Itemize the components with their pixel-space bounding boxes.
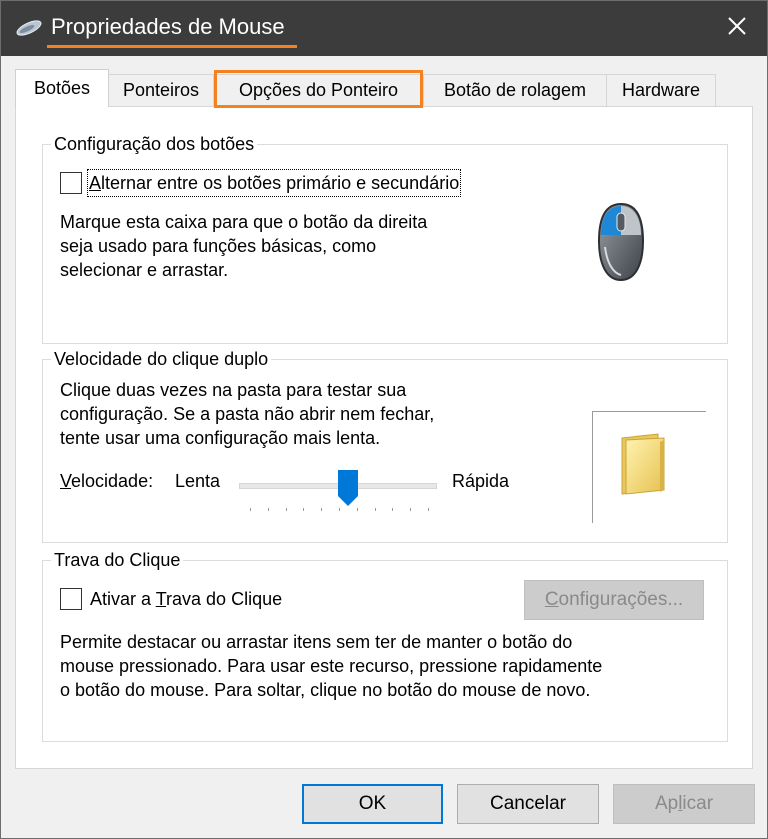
cancel-button[interactable]: Cancelar: [457, 784, 599, 824]
tab-label: Botão de rolagem: [443, 80, 587, 100]
group-title: Trava do Clique: [51, 549, 184, 571]
swap-buttons-checkbox[interactable]: [60, 172, 82, 194]
tab-label: Opções do Ponteiro: [238, 80, 399, 100]
test-folder-area[interactable]: [592, 411, 706, 523]
speed-label: Velocidade:: [60, 471, 154, 491]
slider-tick: [321, 508, 323, 511]
tab-pointer-options[interactable]: Opções do Ponteiro: [214, 74, 423, 106]
title-highlight-underline: [47, 45, 297, 48]
slider-tick: [374, 508, 376, 511]
tab-scroll-wheel[interactable]: Botão de rolagem: [423, 74, 607, 106]
tab-pointers[interactable]: Ponteiros: [108, 74, 214, 106]
button-config-desc-line: Marque esta caixa para que o botão da di…: [60, 212, 428, 232]
slider-tick: [250, 508, 251, 511]
slider-tick: [410, 508, 412, 511]
mouse-properties-window: Propriedades de Mouse Botões Ponteiros O…: [0, 0, 768, 839]
button-config-desc-line: selecionar e arrastar.: [60, 260, 229, 280]
click-lock-label[interactable]: Ativar a Trava do Clique: [90, 587, 282, 611]
double-click-desc-line: configuração. Se a pasta não abrir nem f…: [60, 404, 435, 424]
tab-buttons[interactable]: Botões: [15, 69, 109, 107]
slider-tick: [392, 508, 394, 511]
apply-button[interactable]: Ap l icar: [613, 784, 755, 824]
click-lock-desc-line: o botão do mouse. Para soltar, clique no…: [60, 680, 591, 700]
folder-icon[interactable]: [618, 432, 670, 501]
slider-tick: [428, 508, 429, 511]
tab-hardware[interactable]: Hardware: [606, 74, 716, 106]
swap-buttons-label[interactable]: Alternar entre os botões primário e secu…: [86, 169, 462, 197]
close-button[interactable]: [707, 1, 767, 56]
tab-label: Hardware: [621, 80, 701, 100]
mouse-icon: [595, 201, 647, 288]
slider-tick: [285, 508, 287, 511]
click-lock-settings-button[interactable]: Configurações...: [524, 580, 704, 620]
click-lock-checkbox[interactable]: [60, 588, 82, 610]
slow-label: Lenta: [175, 471, 221, 491]
slider-tick: [303, 508, 305, 511]
tab-label: Ponteiros: [122, 80, 200, 100]
fast-label: Rápida: [452, 471, 510, 491]
group-title: Velocidade do clique duplo: [51, 348, 272, 370]
double-click-desc-line: Clique duas vezes na pasta para testar s…: [60, 380, 407, 400]
slider-tick: [267, 508, 269, 511]
mouse-app-icon: [15, 18, 43, 43]
close-icon: [727, 16, 747, 41]
group-title: Configuração dos botões: [51, 133, 258, 155]
tab-label: Botões: [33, 78, 91, 98]
title-bar[interactable]: Propriedades de Mouse: [1, 1, 767, 56]
button-config-desc-line: seja usado para funções básicas, como: [60, 236, 377, 256]
ok-button[interactable]: OK: [302, 784, 443, 824]
double-click-desc-line: tente usar uma configuração mais lenta.: [60, 428, 381, 448]
speed-slider-thumb[interactable]: [337, 469, 359, 512]
window-title: Propriedades de Mouse: [51, 14, 285, 39]
click-lock-desc-line: mouse pressionado. Para usar este recurs…: [60, 656, 603, 676]
click-lock-desc-line: Permite destacar ou arrastar itens sem t…: [60, 632, 573, 652]
